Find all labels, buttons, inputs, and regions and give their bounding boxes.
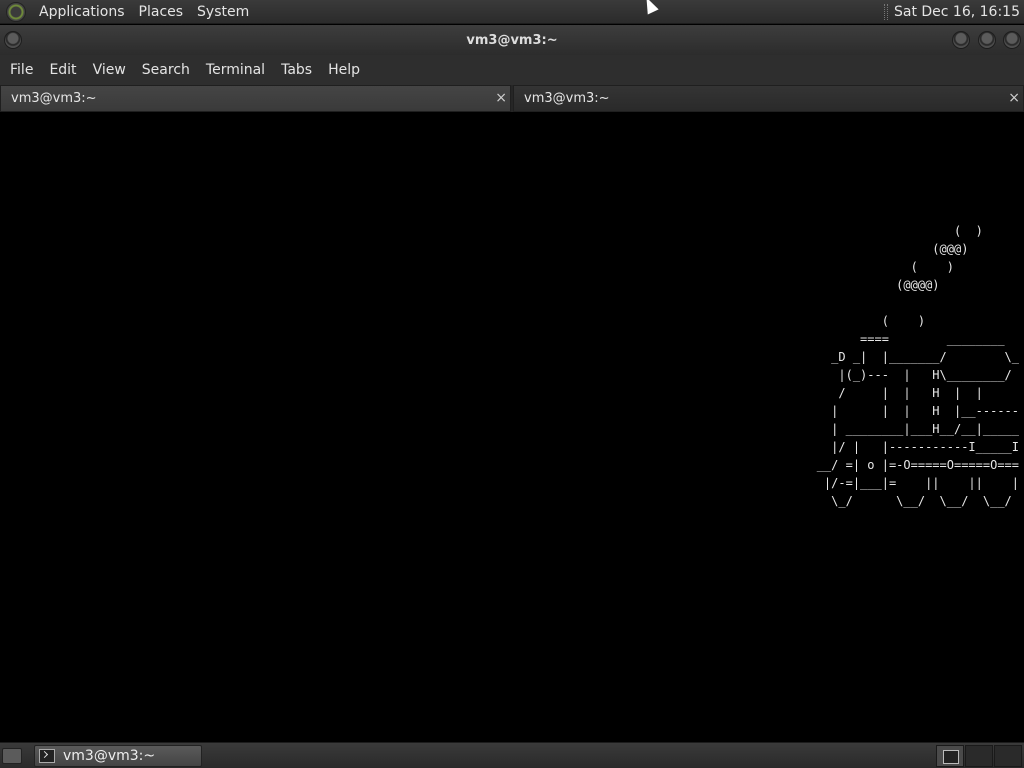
menu-view[interactable]: View xyxy=(85,62,134,78)
workspace-2[interactable] xyxy=(965,744,993,767)
menu-search[interactable]: Search xyxy=(134,62,198,78)
tab-2[interactable]: vm3@vm3:~ × xyxy=(513,85,1024,112)
show-desktop-icon[interactable] xyxy=(2,747,22,764)
tab-1[interactable]: vm3@vm3:~ × xyxy=(0,85,511,112)
menu-tabs[interactable]: Tabs xyxy=(273,62,320,78)
top-panel: Applications Places System Sat Dec 16, 1… xyxy=(0,0,1024,24)
window-title: vm3@vm3:~ xyxy=(466,32,558,48)
workspace-switcher xyxy=(935,744,1022,767)
clock[interactable]: Sat Dec 16, 16:15 xyxy=(894,4,1024,20)
workspace-1[interactable] xyxy=(936,744,964,767)
applications-menu[interactable]: Applications xyxy=(32,4,132,20)
tab-close-icon[interactable]: × xyxy=(1008,90,1020,106)
system-menu[interactable]: System xyxy=(190,4,256,20)
menu-file[interactable]: File xyxy=(2,62,41,78)
tab-bar: vm3@vm3:~ × vm3@vm3:~ × xyxy=(0,85,1024,112)
terminal-icon xyxy=(39,748,55,763)
window-menu-button[interactable] xyxy=(4,31,22,49)
menubar: File Edit View Search Terminal Tabs Help xyxy=(0,55,1024,85)
tab-label: vm3@vm3:~ xyxy=(524,91,610,106)
minimize-button[interactable] xyxy=(952,31,970,49)
workspace-3[interactable] xyxy=(994,744,1022,767)
menu-edit[interactable]: Edit xyxy=(41,62,84,78)
tab-label: vm3@vm3:~ xyxy=(11,91,97,106)
bottom-panel: vm3@vm3:~ xyxy=(0,742,1024,768)
tab-close-icon[interactable]: × xyxy=(495,90,507,106)
places-menu[interactable]: Places xyxy=(132,4,191,20)
maximize-button[interactable] xyxy=(978,31,996,49)
panel-separator xyxy=(883,3,888,20)
taskbar-window-button[interactable]: vm3@vm3:~ xyxy=(34,744,202,767)
menu-help[interactable]: Help xyxy=(320,62,368,78)
menu-terminal[interactable]: Terminal xyxy=(198,62,273,78)
window-titlebar[interactable]: vm3@vm3:~ xyxy=(0,25,1024,55)
taskbar-window-label: vm3@vm3:~ xyxy=(63,747,156,764)
applications-logo-icon[interactable] xyxy=(6,1,26,22)
steam-locomotive-ascii-art: ( ) (@@@) ( ) (@@@@) ( ) ==== ________ _… xyxy=(816,224,1019,508)
close-window-button[interactable] xyxy=(1003,31,1021,49)
terminal-output[interactable]: ( ) (@@@) ( ) (@@@@) ( ) ==== ________ _… xyxy=(0,112,1024,742)
